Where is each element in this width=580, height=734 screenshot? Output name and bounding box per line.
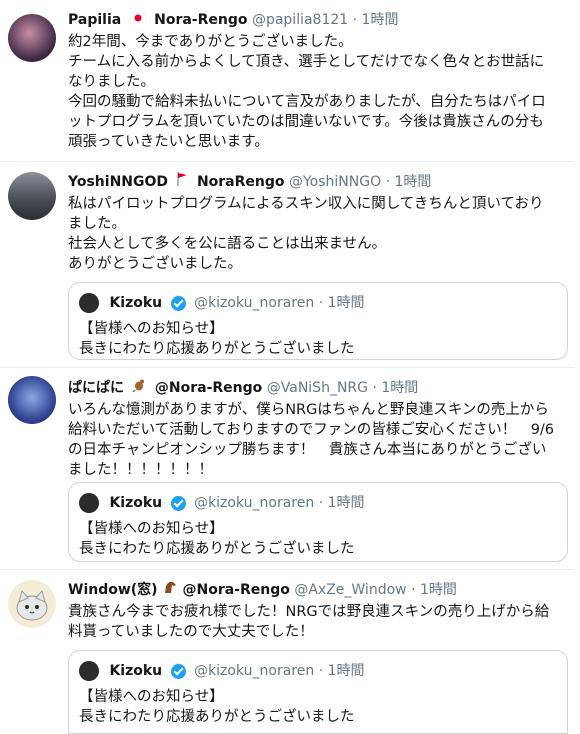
avatar[interactable] xyxy=(8,14,56,62)
timestamp[interactable]: 1時間 xyxy=(420,582,457,598)
japan-flag-icon xyxy=(129,10,146,30)
tweet-panipani[interactable]: ぱにぱに @Nora-Rengo @VaNiSh_NRG · 1時間 いろんな憶… xyxy=(0,368,574,570)
user-handle[interactable]: @papilia8121 xyxy=(252,12,348,28)
tweet-yoshinngod[interactable]: YoshiNNGOD NoraRengo @YoshiNNGO · 1時間 私は… xyxy=(0,162,574,368)
timestamp[interactable]: 1時間 xyxy=(362,12,399,28)
tweet-line: 今回の騒動で給料未払いについて言及がありましたが、自分たちはパイロ xyxy=(68,94,546,110)
display-name[interactable]: Window(窓) xyxy=(68,582,158,598)
quoted-tweet-header: Kizoku @kizoku_noraren · 1時間 xyxy=(79,293,557,313)
quoted-tweet[interactable]: Kizoku @kizoku_noraren · 1時間 【皆様へのお知らせ】 … xyxy=(68,650,568,734)
tweet-text: 私はパイロットプログラムによるスキン収入に関してきちんと頂いており ました。 社… xyxy=(68,194,568,274)
quoted-tweet[interactable]: Kizoku @kizoku_noraren · 1時間 【皆様へのお知らせ】 … xyxy=(68,282,568,360)
quoted-avatar xyxy=(79,293,99,313)
tweet-line: 約2年間、今までありがとうございました。 xyxy=(68,34,353,50)
tweet-line: 給料いただいて活動しておりますのでファンの皆様ご安心ください！ 9/6 xyxy=(68,422,555,438)
tweet-header: ぱにぱに @Nora-Rengo @VaNiSh_NRG · 1時間 xyxy=(68,378,568,398)
timestamp[interactable]: 1時間 xyxy=(394,174,431,190)
verified-badge-icon xyxy=(170,663,186,679)
display-name-suffix[interactable]: @Nora-Rengo xyxy=(182,582,289,598)
tweet-line: ットプログラムを頂いていたのは間違いないです。今後は貴族さんの分も xyxy=(68,114,544,130)
display-name[interactable]: Papilia xyxy=(68,12,121,28)
cat-illustration xyxy=(16,589,48,621)
separator-dot: · xyxy=(318,295,324,311)
quoted-avatar xyxy=(79,661,99,681)
avatar[interactable] xyxy=(8,580,56,628)
quoted-line: 【皆様へのお知らせ】 xyxy=(79,321,224,337)
quoted-tweet-text: 【皆様へのお知らせ】 長きにわたり応援ありがとうございました xyxy=(79,319,557,359)
quoted-display-name: Kizoku xyxy=(109,295,163,311)
tweet-line: ありがとうございました。 xyxy=(68,256,242,272)
quoted-timestamp: 1時間 xyxy=(327,663,365,679)
tweet-header: Papilia Nora-Rengo @papilia8121 · 1時間 xyxy=(68,10,568,30)
user-handle[interactable]: @VaNiSh_NRG xyxy=(267,380,368,396)
display-name-suffix[interactable]: Nora-Rengo xyxy=(154,12,247,28)
tweet-header: Window(窓) @Nora-Rengo @AxZe_Window · 1時間 xyxy=(68,580,568,600)
quoted-line: 【皆様へのお知らせ】 xyxy=(79,521,224,537)
quoted-timestamp: 1時間 xyxy=(327,495,365,511)
quoted-tweet-header: Kizoku @kizoku_noraren · 1時間 xyxy=(79,661,557,681)
user-handle[interactable]: @YoshiNNGO xyxy=(289,174,381,190)
tweet-papilia[interactable]: Papilia Nora-Rengo @papilia8121 · 1時間 約2… xyxy=(0,0,574,162)
display-name[interactable]: ぱにぱに xyxy=(68,380,124,396)
timestamp[interactable]: 1時間 xyxy=(381,380,418,396)
tweet-text: 約2年間、今までありがとうございました。 チームに入る前からよくして頂き、選手と… xyxy=(68,32,568,152)
display-name-suffix[interactable]: @Nora-Rengo xyxy=(155,380,262,396)
quoted-line: 長きにわたり応援ありがとうございました xyxy=(79,541,355,557)
tweet-line: ました。 xyxy=(68,216,126,232)
separator-dot: · xyxy=(318,663,324,679)
tweet-line: 頑張っていきたいと思います。 xyxy=(68,134,269,150)
quoted-display-name: Kizoku xyxy=(109,495,163,511)
avatar[interactable] xyxy=(8,376,56,424)
separator-dot: · xyxy=(318,495,324,511)
tweet-line: 料貰っていましたので大丈夫でした！ xyxy=(68,624,314,640)
user-handle[interactable]: @AxZe_Window xyxy=(294,582,406,598)
quoted-user-handle: @kizoku_noraren xyxy=(194,295,315,311)
quoted-avatar xyxy=(79,493,99,513)
quoted-line: 【皆様へのお知らせ】 xyxy=(79,689,224,705)
separator-dot: · xyxy=(385,174,391,190)
tweet-line: ました！！！！！！！ xyxy=(68,462,213,478)
tweet-header: YoshiNNGOD NoraRengo @YoshiNNGO · 1時間 xyxy=(68,172,568,192)
quoted-tweet-header: Kizoku @kizoku_noraren · 1時間 xyxy=(79,493,557,513)
verified-badge-icon xyxy=(170,295,186,311)
timeline: Papilia Nora-Rengo @papilia8121 · 1時間 約2… xyxy=(0,0,580,734)
flag-icon xyxy=(176,172,188,192)
kangaroo-icon xyxy=(132,378,146,398)
quoted-line: 長きにわたり応援ありがとうございました xyxy=(79,709,355,725)
separator-dot: · xyxy=(352,12,358,28)
quoted-line: 長きにわたり応援ありがとうございました xyxy=(79,341,355,357)
quoted-timestamp: 1時間 xyxy=(327,295,365,311)
tweet-line: なりました。 xyxy=(68,74,155,90)
verified-badge-icon xyxy=(170,495,186,511)
tweet-line: 私はパイロットプログラムによるスキン収入に関してきちんと頂いており xyxy=(68,196,544,212)
quoted-display-name: Kizoku xyxy=(109,663,163,679)
display-name[interactable]: YoshiNNGOD xyxy=(68,174,168,190)
quoted-tweet-text: 【皆様へのお知らせ】 長きにわたり応援ありがとうございました xyxy=(79,519,557,559)
tweet-line: いろんな憶測がありますが、僕らNRGはちゃんと野良連スキンの売上から xyxy=(68,402,549,418)
horse-icon xyxy=(163,580,177,600)
separator-dot: · xyxy=(411,582,416,598)
tweet-line: 社会人として多くを公に語ることは出来ません。 xyxy=(68,236,387,252)
quoted-user-handle: @kizoku_noraren xyxy=(194,495,315,511)
quoted-user-handle: @kizoku_noraren xyxy=(194,663,315,679)
tweet-line: チームに入る前からよくして頂き、選手としてだけでなく色々とお世話に xyxy=(68,54,545,70)
tweet-line: 貴族さん今までお疲れ様でした！NRGでは野良連スキンの売り上げから給 xyxy=(68,604,550,620)
quoted-tweet[interactable]: Kizoku @kizoku_noraren · 1時間 【皆様へのお知らせ】 … xyxy=(68,482,568,562)
separator-dot: · xyxy=(372,380,377,396)
tweet-text: 貴族さん今までお疲れ様でした！NRGでは野良連スキンの売り上げから給 料貰ってい… xyxy=(68,602,568,642)
avatar[interactable] xyxy=(8,172,56,220)
display-name-suffix[interactable]: NoraRengo xyxy=(197,174,285,190)
tweet-text: いろんな憶測がありますが、僕らNRGはちゃんと野良連スキンの売上から 給料いただ… xyxy=(68,400,568,480)
tweet-line: の日本チャンピオンシップ勝ちます！ 貴族さん本当にありがとうござい xyxy=(68,442,547,458)
tweet-window[interactable]: Window(窓) @Nora-Rengo @AxZe_Window · 1時間… xyxy=(0,570,574,734)
quoted-tweet-text: 【皆様へのお知らせ】 長きにわたり応援ありがとうございました xyxy=(79,687,557,727)
